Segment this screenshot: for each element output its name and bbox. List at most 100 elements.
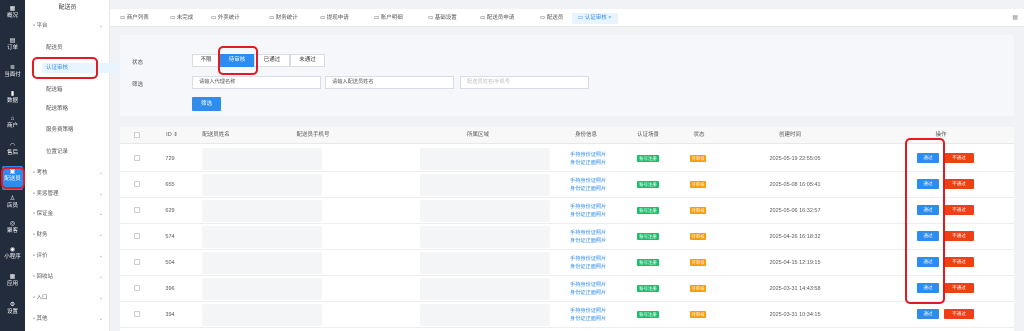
filter-submit-button[interactable]: 筛选 — [192, 97, 221, 111]
courier-phone-input[interactable]: 配送员姓名/手机号 — [460, 76, 589, 89]
submenu-item-11[interactable]: ▫ 评价 ⌄ — [33, 251, 105, 261]
row-checkbox[interactable] — [134, 285, 140, 291]
rail-item-9[interactable]: ◉ 小程序 — [0, 244, 25, 268]
submenu-item-label: 考核 — [36, 170, 48, 176]
layout-grid-icon[interactable]: ▦ — [1012, 14, 1018, 21]
tab-8[interactable]: ▭ 配送员 — [540, 13, 563, 24]
submenu-item-2[interactable]: 认证审核 — [42, 63, 119, 73]
rail-item-3[interactable]: ▮ 数据 — [0, 88, 25, 112]
handheld-id-photo-link[interactable]: 手持身份证照片 — [570, 281, 606, 288]
handheld-id-photo-link[interactable]: 手持身份证照片 — [570, 229, 606, 236]
close-icon[interactable]: × — [607, 15, 611, 21]
reject-button[interactable]: 不通过 — [944, 257, 974, 267]
courier-name-input[interactable]: 请输入配送员姓名 — [325, 76, 454, 89]
tab-4[interactable]: ▭ 提现申请 — [320, 13, 349, 24]
rail-item-2[interactable]: ≣ 当面付 — [0, 62, 25, 86]
submenu-item-10[interactable]: ▫ 财务 ⌄ — [33, 230, 105, 240]
handheld-id-photo-link[interactable]: 手持身份证照片 — [570, 255, 606, 262]
reject-button[interactable]: 不通过 — [944, 231, 974, 241]
rail-item-1[interactable]: ▤ 订单 — [0, 35, 25, 59]
pass-button[interactable]: 通过 — [917, 257, 939, 267]
submenu-item-5[interactable]: 服务费策略 — [46, 125, 101, 135]
pass-button[interactable]: 通过 — [917, 231, 939, 241]
redacted-name — [202, 226, 322, 248]
select-all-checkbox[interactable] — [134, 132, 140, 138]
reject-button[interactable]: 不通过 — [944, 153, 974, 163]
status-option-all[interactable]: 不限 — [192, 54, 220, 67]
handheld-id-photo-link[interactable]: 手持身份证照片 — [570, 307, 606, 314]
submenu-item-14[interactable]: ▫ 其他 ⌄ — [33, 314, 105, 324]
apps-icon: ▦ — [9, 274, 16, 280]
reject-button[interactable]: 不通过 — [944, 179, 974, 189]
submenu-item-8[interactable]: ▫ 奖惩管理 ⌄ — [33, 189, 105, 199]
tab-9[interactable]: ▭ 认证审核 × — [572, 13, 618, 24]
submenu-item-0[interactable]: ▫ 平台 ⌄ — [33, 21, 105, 31]
pass-button[interactable]: 通过 — [917, 309, 939, 319]
submenu-item-6[interactable]: 位置记录 — [46, 147, 101, 157]
id-front-photo-link[interactable]: 身份证正面照片 — [570, 237, 606, 244]
redacted-name — [202, 148, 322, 170]
rail-item-6[interactable]: ▣ 配送员 — [2, 166, 23, 190]
handheld-id-photo-link[interactable]: 手持身份证照片 — [570, 203, 606, 210]
submenu-item-4[interactable]: 配送策略 — [46, 104, 101, 114]
row-checkbox[interactable] — [134, 181, 140, 187]
tab-7[interactable]: ▭ 配送员申请 — [480, 13, 514, 24]
pass-button[interactable]: 通过 — [917, 283, 939, 293]
pass-button[interactable]: 通过 — [917, 153, 939, 163]
rail-item-8[interactable]: ◎ 聚客 — [0, 218, 25, 242]
row-checkbox[interactable] — [134, 233, 140, 239]
redacted-name — [202, 278, 322, 300]
rail-item-4[interactable]: ⌂ 商户 — [0, 113, 25, 137]
agent-name-input[interactable]: 请输入代理名称 — [192, 76, 321, 89]
tab-label: 外卖统计 — [217, 15, 240, 21]
id-front-photo-link[interactable]: 身份证正面照片 — [570, 315, 606, 322]
scene-tag: 账号注册 — [637, 311, 659, 318]
tab-1[interactable]: ▭ 未完成 — [170, 13, 193, 24]
col-id[interactable]: ID ⇕ — [152, 127, 192, 144]
id-front-photo-link[interactable]: 身份证正面照片 — [570, 289, 606, 296]
handheld-id-photo-link[interactable]: 手持身份证照片 — [570, 151, 606, 158]
rail-item-10[interactable]: ▦ 应用 — [0, 271, 25, 295]
pass-button[interactable]: 通过 — [917, 179, 939, 189]
submenu-item-12[interactable]: ▫ 回收站 ⌄ — [33, 272, 105, 282]
tab-label: 配送员 — [546, 15, 564, 21]
submenu-item-1[interactable]: 配送员 — [46, 43, 101, 53]
rail-item-11[interactable]: ⚙ 设置 — [0, 299, 25, 323]
tab-5[interactable]: ▭ 账户明细 — [374, 13, 403, 24]
status-badge: 待审核 — [690, 181, 706, 188]
status-option-pending[interactable]: 待审核 — [220, 54, 254, 67]
row-checkbox[interactable] — [134, 259, 140, 265]
submenu-item-3[interactable]: 配送箱 — [46, 85, 101, 95]
created-time: 2025-04-15 12:19:15 — [769, 260, 821, 266]
created-time: 2025-05-08 16:05:41 — [769, 182, 821, 188]
row-checkbox[interactable] — [134, 207, 140, 213]
rail-item-5[interactable]: ◠ 售后 — [0, 140, 25, 164]
pass-button[interactable]: 通过 — [917, 205, 939, 215]
id-front-photo-link[interactable]: 身份证正面照片 — [570, 185, 606, 192]
rail-item-7[interactable]: ♙ 店员 — [0, 193, 25, 217]
tab-3[interactable]: ▭ 财务统计 — [269, 13, 298, 24]
rail-item-0[interactable]: ▦ 概况 — [0, 3, 25, 27]
submenu-item-7[interactable]: ▫ 考核 ⌄ — [33, 168, 105, 178]
submenu-item-13[interactable]: ▫ 入口 ⌄ — [33, 293, 105, 303]
rail-item-label: 概况 — [6, 13, 18, 19]
reject-button[interactable]: 不通过 — [944, 309, 974, 319]
tab-2[interactable]: ▭ 外卖统计 — [211, 13, 240, 24]
search-filter-label: 筛选 — [132, 82, 144, 88]
reject-button[interactable]: 不通过 — [944, 205, 974, 215]
submenu-item-9[interactable]: ▫ 保证金 ⌄ — [33, 209, 105, 219]
id-front-photo-link[interactable]: 身份证正面照片 — [570, 211, 606, 218]
tab-0[interactable]: ▭ 商户列表 — [120, 13, 149, 24]
status-option-rejected[interactable]: 未通过 — [290, 54, 325, 67]
handheld-id-photo-link[interactable]: 手持身份证照片 — [570, 177, 606, 184]
tab-6[interactable]: ▭ 基础设置 — [428, 13, 457, 24]
page-tabs: ▦ ▭ 商户列表 ▭ 未完成 ▭ 外卖统计 ▭ 财务统计 ▭ 提现申请 ▭ 账户明细 ▭ 基… — [110, 9, 1024, 27]
submenu-title: 配送员 — [58, 5, 77, 11]
reject-button[interactable]: 不通过 — [944, 283, 974, 293]
id-front-photo-link[interactable]: 身份证正面照片 — [570, 159, 606, 166]
row-checkbox[interactable] — [134, 311, 140, 317]
status-option-approved[interactable]: 已通过 — [254, 54, 290, 67]
redacted-region — [420, 226, 550, 248]
row-checkbox[interactable] — [134, 155, 140, 161]
id-front-photo-link[interactable]: 身份证正面照片 — [570, 263, 606, 270]
